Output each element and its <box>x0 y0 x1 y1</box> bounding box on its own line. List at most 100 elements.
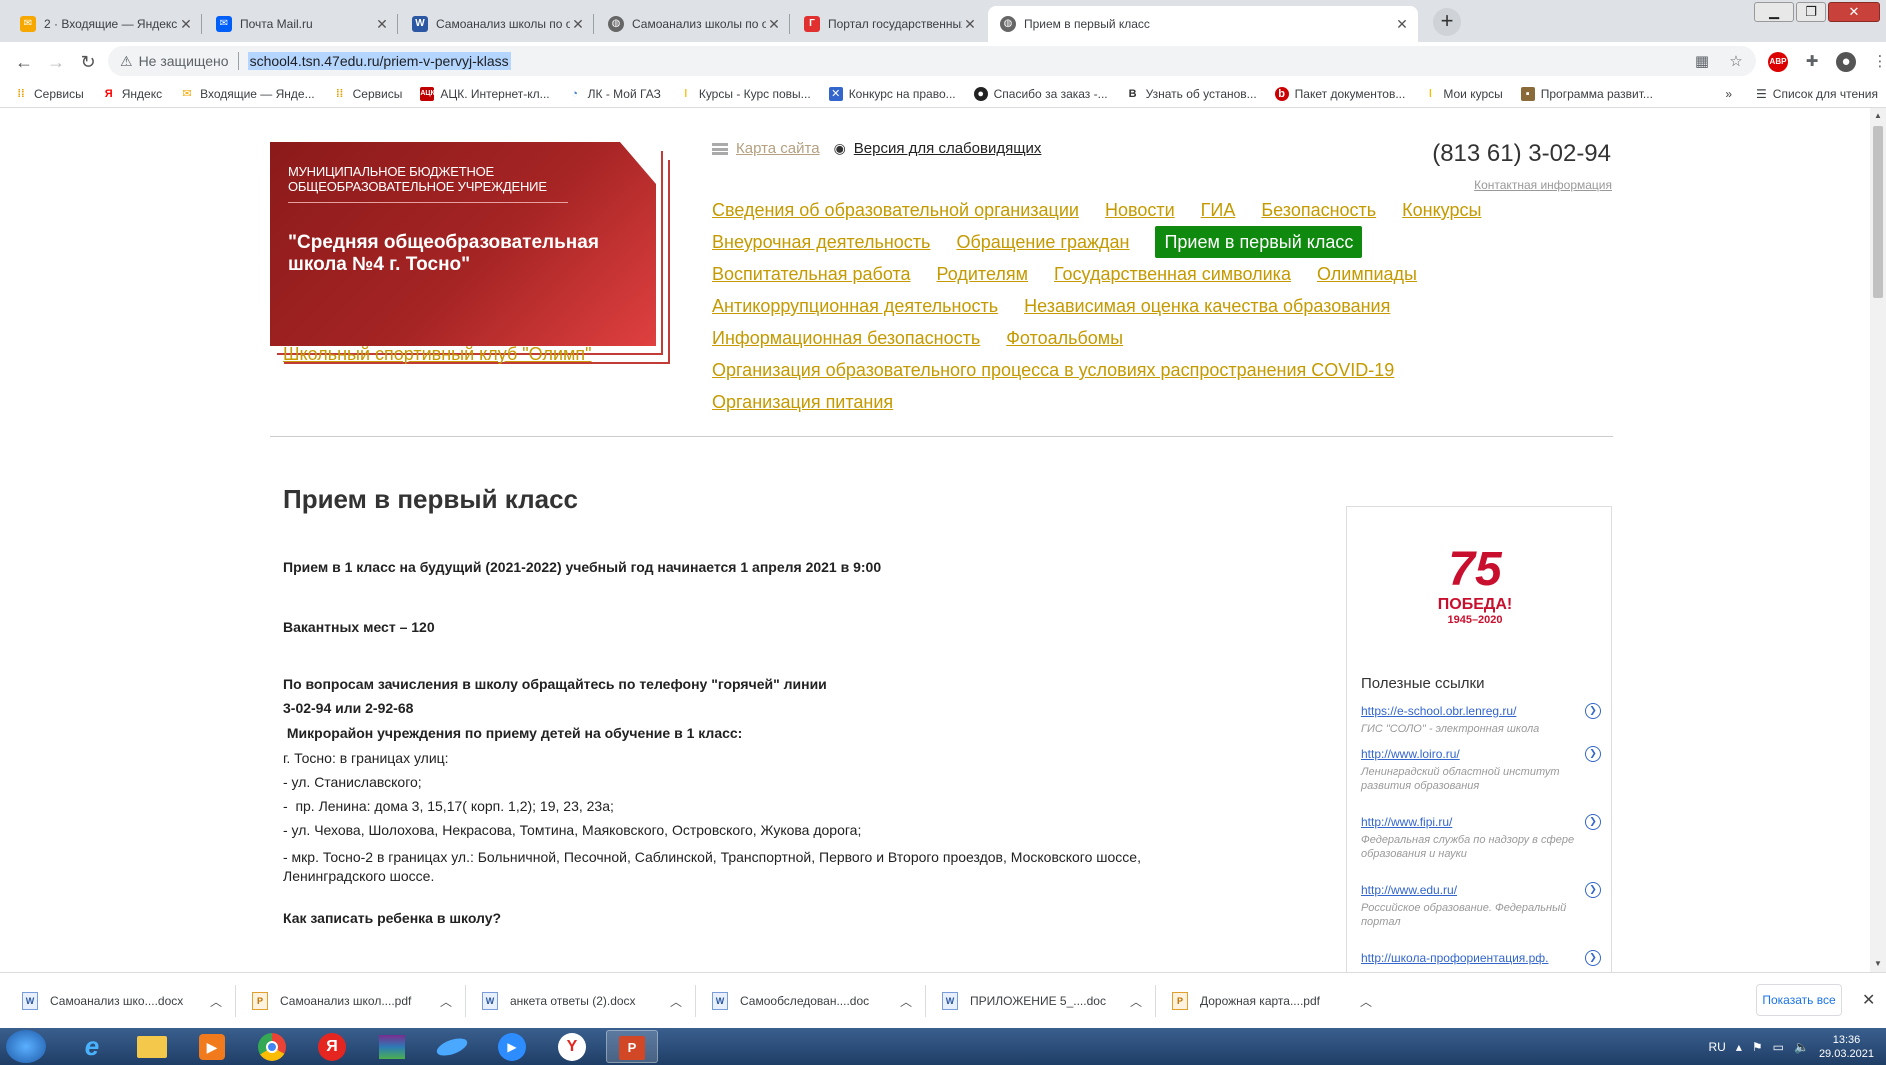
chrome-icon[interactable] <box>246 1030 298 1063</box>
menu-item[interactable]: Фотоальбомы <box>1006 322 1123 354</box>
new-tab-button[interactable]: + <box>1433 8 1461 36</box>
bookmark-uznat[interactable]: B Узнать об установ... <box>1126 87 1257 101</box>
network-icon[interactable]: ▭ <box>1773 1040 1784 1054</box>
close-downloads-icon[interactable]: ✕ <box>1862 990 1875 1010</box>
bookmark-services-2[interactable]: ⁞⁞ Сервисы <box>333 87 402 101</box>
download-item[interactable]: P Самоанализ школ....pdf ︿ <box>252 973 467 1029</box>
tab-priem[interactable]: ◍ Прием в первый класс ✕ <box>988 6 1418 42</box>
menu-item[interactable]: Государственная символика <box>1054 258 1291 290</box>
useful-link-url[interactable]: http://www.loiro.ru/ <box>1361 747 1460 761</box>
menu-item[interactable]: Обращение граждан <box>956 226 1129 258</box>
bookmark-moi-kursy[interactable]: ǀ Мои курсы <box>1423 87 1503 101</box>
flag-icon[interactable]: ⚑ <box>1752 1040 1763 1054</box>
kebab-menu-icon[interactable]: ⋮ <box>1870 52 1886 72</box>
menu-item[interactable]: Информационная безопасность <box>712 322 980 354</box>
low-vision-link[interactable]: Версия для слабовидящих <box>854 140 1042 157</box>
volume-icon[interactable]: 🔈 <box>1794 1040 1809 1054</box>
menu-item[interactable]: Родителям <box>937 258 1028 290</box>
chevron-up-icon[interactable]: ︿ <box>1130 993 1142 1010</box>
download-item[interactable]: W Самоанализ шко....docx ︿ <box>22 973 237 1029</box>
zoom-icon[interactable]: ▶ <box>486 1030 538 1063</box>
qr-code-icon[interactable]: ▦ <box>1692 52 1712 72</box>
chevron-up-icon[interactable]: ︿ <box>210 993 222 1010</box>
language-indicator[interactable]: RU <box>1709 1040 1726 1054</box>
scrollbar[interactable]: ▲ ▼ <box>1870 108 1886 972</box>
tab-samoanaliz-1[interactable]: W Самоанализ школы по одарен ✕ <box>400 6 594 42</box>
close-tab-icon[interactable]: ✕ <box>766 16 782 33</box>
useful-link-url[interactable]: http://www.edu.ru/ <box>1361 883 1457 897</box>
arrow-right-icon[interactable]: ❯ <box>1585 746 1601 762</box>
reload-icon[interactable]: ↻ <box>74 48 102 76</box>
bookmark-yandex[interactable]: Я Яндекс <box>102 87 162 101</box>
internet-explorer-icon[interactable]: e <box>66 1030 118 1063</box>
bookmark-yandex-mail[interactable]: ✉ Входящие — Янде... <box>180 87 314 101</box>
menu-item[interactable]: Независимая оценка качества образования <box>1024 290 1390 322</box>
bookmark-kursy[interactable]: ǀ Курсы - Курс повы... <box>679 87 810 101</box>
menu-item[interactable]: Новости <box>1105 194 1175 226</box>
menu-item[interactable]: Конкурсы <box>1402 194 1481 226</box>
download-item[interactable]: Wанкета ответы (2).docx ︿ <box>482 973 697 1029</box>
app-swoosh-icon[interactable] <box>426 1030 478 1063</box>
scroll-thumb[interactable] <box>1873 126 1883 298</box>
chevron-up-icon[interactable]: ︿ <box>900 993 912 1010</box>
victory-75-logo[interactable]: 75 ПОБЕДА! 1945–2020 <box>1427 543 1523 643</box>
close-tab-icon[interactable]: ✕ <box>178 16 194 33</box>
close-tab-icon[interactable]: ✕ <box>962 16 978 33</box>
adblock-icon[interactable]: ABP <box>1768 52 1788 72</box>
winrar-icon[interactable] <box>366 1030 418 1063</box>
scroll-down-icon[interactable]: ▼ <box>1870 956 1886 972</box>
menu-item[interactable]: Сведения об образовательной организации <box>712 194 1079 226</box>
close-tab-icon[interactable]: ✕ <box>374 16 390 33</box>
puzzle-icon[interactable]: ✚ <box>1802 52 1822 72</box>
download-item[interactable]: W ПРИЛОЖЕНИЕ 5_....doc ︿ <box>942 973 1157 1029</box>
menu-item-active[interactable]: Прием в первый класс <box>1155 226 1363 258</box>
bookmark-ack[interactable]: АЦК АЦК. Интернет-кл... <box>420 86 550 101</box>
powerpoint-icon[interactable]: P <box>606 1030 658 1063</box>
show-all-downloads-button[interactable]: Показать все <box>1756 984 1842 1016</box>
bookmark-services[interactable]: ⁞⁞ Сервисы <box>14 87 83 101</box>
back-arrow-icon[interactable]: ← <box>10 48 38 76</box>
arrow-right-icon[interactable]: ❯ <box>1585 703 1601 719</box>
school-logo[interactable]: МУНИЦИПАЛЬНОЕ БЮДЖЕТНОЕ ОБЩЕОБРАЗОВАТЕЛЬ… <box>270 142 670 364</box>
tab-samoanaliz-2[interactable]: ◍ Самоанализ школы по одарен ✕ <box>596 6 790 42</box>
arrow-right-icon[interactable]: ❯ <box>1585 882 1601 898</box>
profile-icon[interactable]: ● <box>1836 52 1856 72</box>
minimize-button[interactable]: ▁ <box>1754 2 1794 22</box>
yandex-icon[interactable]: Y <box>546 1030 598 1063</box>
menu-item[interactable]: Организация образовательного процесса в … <box>712 354 1394 386</box>
scroll-up-icon[interactable]: ▲ <box>1870 108 1886 124</box>
bookmark-paket[interactable]: b Пакет документов... <box>1274 86 1405 101</box>
close-tab-icon[interactable]: ✕ <box>1394 16 1410 33</box>
yandex-browser-icon[interactable]: Я <box>306 1030 358 1063</box>
arrow-right-icon[interactable]: ❯ <box>1585 950 1601 966</box>
chevron-up-icon[interactable]: ︿ <box>1360 993 1372 1010</box>
menu-item[interactable]: Безопасность <box>1261 194 1376 226</box>
download-item[interactable]: W Самообследован....doc ︿ <box>712 973 927 1029</box>
close-tab-icon[interactable]: ✕ <box>570 16 586 33</box>
menu-item[interactable]: ГИА <box>1201 194 1236 226</box>
chevron-up-icon[interactable]: ︿ <box>440 993 452 1010</box>
download-item[interactable]: P Дорожная карта....pdf ︿ <box>1172 973 1372 1029</box>
bookmarks-overflow-button[interactable]: » <box>1725 87 1732 101</box>
useful-link-url[interactable]: https://e-school.obr.lenreg.ru/ <box>1361 704 1516 718</box>
media-player-icon[interactable]: ▶ <box>186 1030 238 1063</box>
menu-item[interactable]: Антикоррупционная деятельность <box>712 290 998 322</box>
file-explorer-icon[interactable] <box>126 1030 178 1063</box>
clock[interactable]: 13:36 29.03.2021 <box>1819 1033 1874 1061</box>
bookmark-gaz[interactable]: ◔ ЛК - Мой ГАЗ <box>568 87 661 101</box>
menu-item-sport-club[interactable]: Школьный спортивный клуб "Олимп" <box>283 344 592 364</box>
reading-list-button[interactable]: Список для чтения <box>1773 87 1878 101</box>
useful-link-url[interactable]: http://школа-профориентация.рф. <box>1361 951 1549 965</box>
security-label[interactable]: Не защищено <box>139 53 229 69</box>
bookmark-spasibo[interactable]: ● Спасибо за заказ -... <box>973 86 1108 101</box>
menu-item[interactable]: Олимпиады <box>1317 258 1417 290</box>
menu-item[interactable]: Внеурочная деятельность <box>712 226 930 258</box>
tray-expand-icon[interactable]: ▴ <box>1736 1040 1742 1054</box>
forward-arrow-icon[interactable]: → <box>42 48 70 76</box>
address-bar[interactable]: ⚠ Не защищено school4.tsn.47edu.ru/priem… <box>108 46 1756 76</box>
url-text[interactable]: school4.tsn.47edu.ru/priem-v-pervyj-klas… <box>247 52 511 70</box>
bookmark-konkurs[interactable]: ✕ Конкурс на право... <box>828 86 956 101</box>
arrow-right-icon[interactable]: ❯ <box>1585 814 1601 830</box>
tab-gosuslugi[interactable]: Г Портал государственных и мун ✕ <box>792 6 986 42</box>
close-window-button[interactable]: ✕ <box>1828 2 1880 22</box>
